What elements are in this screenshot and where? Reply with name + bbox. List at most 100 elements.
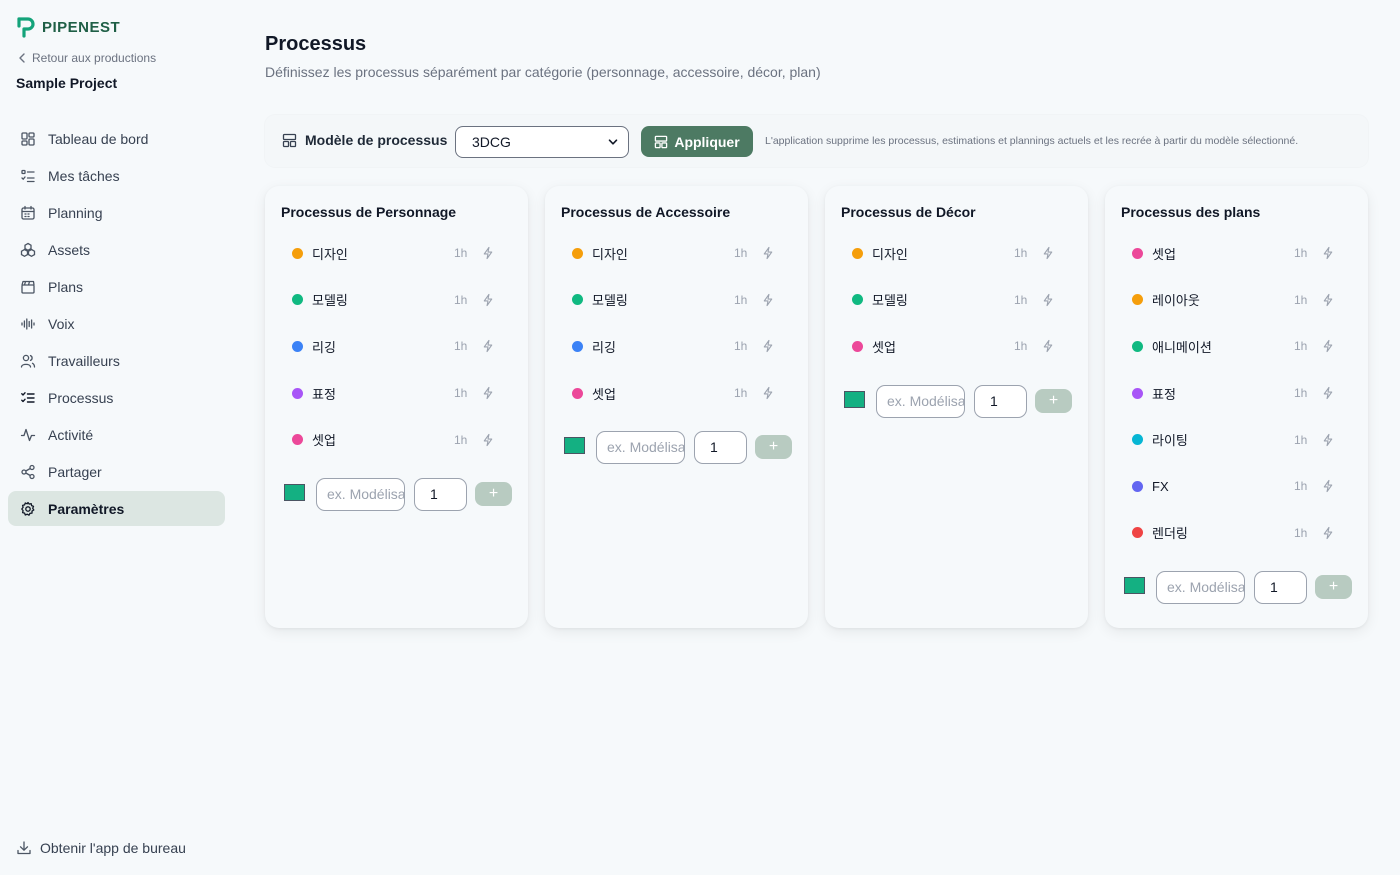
task-color-dot — [1132, 247, 1143, 259]
task-row[interactable]: 표정 1h — [1121, 370, 1353, 417]
task-row[interactable]: 모델링 1h — [281, 277, 513, 324]
sidebar-item-share[interactable]: Partager — [8, 454, 225, 489]
lightning-icon[interactable] — [761, 293, 775, 307]
sidebar-item-my-tasks[interactable]: Mes tâches — [8, 158, 225, 193]
lightning-icon[interactable] — [1321, 479, 1335, 493]
lightning-icon[interactable] — [481, 246, 495, 260]
sidebar-item-settings[interactable]: Paramètres — [8, 491, 225, 526]
add-task-button[interactable]: + — [1315, 575, 1352, 600]
lightning-icon[interactable] — [1321, 246, 1335, 260]
sidebar-item-planning[interactable]: Planning — [8, 195, 225, 230]
lightning-icon[interactable] — [761, 246, 775, 260]
task-list: 셋업 1h 레이아웃 1h 애니메이션 1h 표정 1h 라이팅 1h FX 1h 렌더링 1h — [1121, 230, 1353, 556]
sidebar-item-processes[interactable]: Processus — [8, 380, 225, 415]
task-row[interactable]: 셋업 1h — [1121, 230, 1353, 277]
app-logo[interactable]: PIPENEST — [16, 16, 120, 38]
task-name-input[interactable]: ex. Modélisation — [876, 384, 965, 418]
task-duration: 1h — [454, 432, 468, 447]
task-name-input[interactable]: ex. Modélisation — [316, 478, 405, 511]
lightning-icon[interactable] — [1321, 433, 1335, 447]
sidebar-item-dashboard[interactable]: Tableau de bord — [8, 121, 225, 156]
task-name-input[interactable]: ex. Modélisation — [596, 431, 685, 465]
sidebar-item-workers[interactable]: Travailleurs — [8, 343, 225, 378]
desktop-app-label: Obtenir l'app de bureau — [40, 840, 186, 856]
task-color-dot — [1132, 294, 1143, 306]
task-duration: 1h — [1014, 292, 1028, 307]
task-row[interactable]: 셋업 1h — [561, 370, 793, 417]
task-duration: 1h — [1294, 339, 1308, 354]
task-name: 셋업 — [592, 386, 616, 402]
lightning-icon[interactable] — [761, 339, 775, 353]
color-picker-swatch[interactable] — [1124, 577, 1145, 595]
task-name: 모델링 — [312, 293, 348, 309]
task-row[interactable]: 레이아웃 1h — [1121, 277, 1353, 324]
color-picker-swatch[interactable] — [284, 484, 305, 501]
lightning-icon[interactable] — [481, 293, 495, 307]
task-row[interactable]: 라이팅 1h — [1121, 416, 1353, 463]
task-color-dot — [1132, 387, 1143, 399]
sidebar-item-label: Partager — [48, 463, 102, 480]
task-duration-input[interactable]: 1 — [974, 384, 1027, 418]
lightning-icon[interactable] — [1041, 246, 1055, 260]
lightning-icon[interactable] — [481, 339, 495, 353]
sidebar-item-label: Tableau de bord — [48, 130, 149, 147]
task-row[interactable]: 애니메이션 1h — [1121, 323, 1353, 370]
lightning-icon[interactable] — [1321, 339, 1335, 353]
lightning-icon[interactable] — [1321, 386, 1335, 400]
sidebar-item-assets[interactable]: Assets — [8, 232, 225, 267]
template-select[interactable]: 3DCG — [455, 126, 629, 158]
task-name-input[interactable]: ex. Modélisation — [1156, 571, 1245, 605]
color-picker-swatch[interactable] — [564, 437, 585, 455]
template-select-value: 3DCG — [472, 134, 511, 150]
task-row[interactable]: 리깅 1h — [281, 323, 513, 370]
task-name: 리깅 — [592, 339, 616, 355]
task-duration-input[interactable]: 1 — [694, 431, 747, 465]
lightning-icon[interactable] — [481, 433, 495, 447]
task-color-dot — [292, 340, 303, 352]
task-duration-input[interactable]: 1 — [414, 478, 467, 511]
add-task-row: ex. Modélisation 1 + — [1124, 571, 1354, 605]
task-name: 레이아웃 — [1152, 293, 1200, 309]
task-row[interactable]: 셋업 1h — [841, 323, 1073, 370]
get-desktop-app-link[interactable]: Obtenir l'app de bureau — [16, 840, 186, 856]
task-duration: 1h — [1294, 292, 1308, 307]
lightning-icon[interactable] — [1321, 526, 1335, 540]
task-duration: 1h — [734, 339, 748, 354]
task-name: 렌더링 — [1152, 526, 1188, 542]
add-task-button[interactable]: + — [755, 435, 792, 460]
task-row[interactable]: 모델링 1h — [841, 277, 1073, 324]
task-row[interactable]: 디자인 1h — [841, 230, 1073, 277]
lightning-icon[interactable] — [761, 386, 775, 400]
template-apply-note: L'application supprime les processus, es… — [765, 135, 1299, 147]
task-row[interactable]: 디자인 1h — [281, 230, 513, 277]
task-duration: 1h — [734, 292, 748, 307]
apply-template-button[interactable]: Appliquer — [641, 126, 753, 157]
sidebar-item-plans[interactable]: Plans — [8, 269, 225, 304]
lightning-icon[interactable] — [1041, 293, 1055, 307]
calendar-icon — [21, 205, 35, 220]
task-row[interactable]: 디자인 1h — [561, 230, 793, 277]
add-task-button[interactable]: + — [1035, 388, 1072, 413]
audio-wave-icon — [21, 317, 35, 330]
task-row[interactable]: FX 1h — [1121, 463, 1353, 510]
process-card: Processus des plans 셋업 1h 레이아웃 1h 애니메이션 1h 표정 1h… — [1105, 186, 1368, 628]
task-row[interactable]: 모델링 1h — [561, 277, 793, 324]
lightning-icon[interactable] — [1321, 293, 1335, 307]
lightning-icon[interactable] — [1041, 339, 1055, 353]
task-row[interactable]: 렌더링 1h — [1121, 510, 1353, 557]
task-duration-input[interactable]: 1 — [1254, 571, 1307, 605]
task-color-dot — [292, 434, 303, 446]
color-picker-swatch[interactable] — [844, 390, 865, 408]
add-task-button[interactable]: + — [475, 482, 512, 506]
lightning-icon[interactable] — [481, 386, 495, 400]
task-color-dot — [852, 294, 863, 306]
sidebar-item-activity[interactable]: Activité — [8, 417, 225, 452]
task-row[interactable]: 셋업 1h — [281, 416, 513, 463]
task-duration: 1h — [1294, 246, 1308, 261]
add-task-row: ex. Modélisation 1 + — [564, 431, 794, 465]
template-label-text: Modèle de processus — [305, 132, 448, 148]
task-row[interactable]: 표정 1h — [281, 370, 513, 417]
sidebar-item-voice[interactable]: Voix — [8, 306, 225, 341]
task-row[interactable]: 리깅 1h — [561, 323, 793, 370]
back-to-productions-link[interactable]: Retour aux productions — [18, 51, 156, 65]
